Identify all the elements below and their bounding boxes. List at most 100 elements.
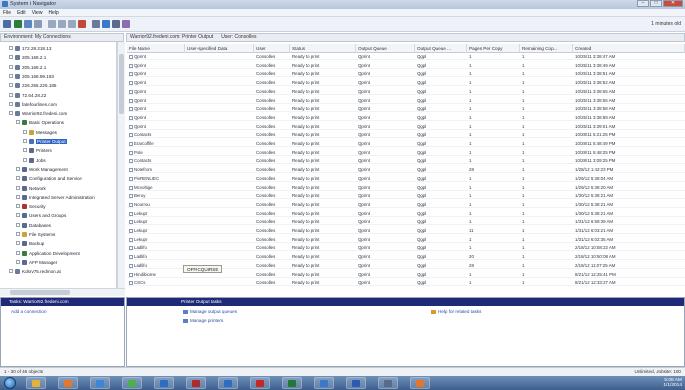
- close-button[interactable]: ✕: [663, 0, 683, 7]
- delete-icon[interactable]: [78, 20, 86, 28]
- tree-item[interactable]: fatefourlines.com: [9, 101, 57, 108]
- expand-toggle-icon[interactable]: [16, 222, 20, 227]
- column-header[interactable]: Status: [290, 44, 356, 53]
- paste-icon[interactable]: [68, 20, 76, 28]
- expand-toggle-icon[interactable]: [9, 111, 13, 116]
- table-row[interactable]: Qprint Consolles Ready to print Qprint Qgpl 1…: [127, 123, 685, 130]
- up-icon[interactable]: [34, 20, 42, 28]
- table-row[interactable]: Qprint Consolles Ready to print Qprint Qgpl 1…: [127, 79, 685, 87]
- tree-item[interactable]: 205.168.2.1: [9, 54, 46, 61]
- tree-item[interactable]: 172.28.218.13: [9, 45, 51, 52]
- table-row[interactable]: Erarcoffile Consolles Ready to print Qprint…: [127, 140, 685, 147]
- firefox-icon[interactable]: [410, 377, 430, 389]
- menu-view[interactable]: View: [32, 9, 43, 16]
- tree-item[interactable]: Application Development: [16, 250, 80, 257]
- back-icon[interactable]: [14, 20, 22, 28]
- ie-icon[interactable]: [90, 377, 110, 389]
- expand-toggle-icon[interactable]: [16, 232, 20, 236]
- table-row[interactable]: Qprint Consolles Ready to print Qprint Qgpl 1…: [127, 114, 685, 121]
- properties-icon[interactable]: [92, 20, 100, 28]
- expand-toggle-icon[interactable]: [9, 269, 13, 274]
- expand-toggle-icon[interactable]: [16, 166, 20, 171]
- network-icon[interactable]: [378, 377, 398, 389]
- tree-item[interactable]: Kdsrv75.redmon.at: [9, 268, 61, 275]
- expand-toggle-icon[interactable]: [16, 250, 20, 255]
- folder-icon[interactable]: [3, 20, 11, 28]
- table-row[interactable]: Qprint Consolles Ready to print Qprint Qgpl 1…: [127, 53, 685, 60]
- explorer-icon[interactable]: [26, 377, 46, 389]
- table-row[interactable]: Qprint Consolles Ready to print Qprint Qgpl 1…: [127, 97, 685, 104]
- table-row[interactable]: Nourrou Consolles Ready to print Qprint Qgpl…: [127, 201, 685, 208]
- tree-item[interactable]: 72.64.28.22: [9, 92, 46, 99]
- maximize-button[interactable]: □: [650, 0, 662, 7]
- breadcrumb-item[interactable]: Warrior92.fredeni.com: Printer Output: [130, 34, 213, 41]
- expand-toggle-icon[interactable]: [16, 194, 20, 199]
- expand-toggle-icon[interactable]: [9, 101, 13, 106]
- column-header[interactable]: User-specified Data: [185, 44, 254, 53]
- tree-vertical-scrollbar[interactable]: [117, 42, 125, 288]
- tree-item[interactable]: AFP Manager: [16, 259, 57, 266]
- column-header[interactable]: User: [254, 44, 290, 53]
- menu-file[interactable]: File: [3, 9, 11, 16]
- expand-toggle-icon[interactable]: [9, 83, 13, 88]
- tree-item[interactable]: Configuration and Service: [16, 175, 82, 182]
- expand-toggle-icon[interactable]: [9, 92, 13, 97]
- table-row[interactable]: Lekupr Consolles Ready to print Qprint Qgpl 1…: [127, 218, 685, 226]
- expand-toggle-icon[interactable]: [9, 46, 13, 50]
- column-header[interactable]: Created: [573, 44, 685, 53]
- table-row[interactable]: Lekupr Consolles Ready to print Qprint Qgpl 1…: [127, 236, 685, 243]
- refresh-icon[interactable]: [102, 20, 110, 28]
- tree-item[interactable]: 205.168.2.1: [9, 64, 46, 71]
- expand-toggle-icon[interactable]: [9, 73, 13, 78]
- table-row[interactable]: Contacts Consolles Ready to print Qprint Qgp…: [127, 157, 685, 165]
- table-row[interactable]: Notefrom Consolles Ready to print Qprint Qgp…: [127, 166, 685, 174]
- table-row[interactable]: PivRENLIEC Consolles Ready to print Qprint Q…: [127, 175, 685, 182]
- column-header[interactable]: Pages Per Copy: [467, 44, 520, 53]
- expand-toggle-icon[interactable]: [16, 185, 20, 190]
- forward-icon[interactable]: [24, 20, 32, 28]
- outlook-icon[interactable]: [218, 377, 238, 389]
- table-row[interactable]: Lekupr Consolles Ready to print Qprint Qgpl 1…: [127, 227, 685, 234]
- table-row[interactable]: Qprint Consolles Ready to print Qprint Qgpl 1…: [127, 62, 685, 69]
- cut-icon[interactable]: [48, 20, 56, 28]
- table-row[interactable]: Lekupr Consolles Ready to print Qprint Qgpl 1…: [127, 210, 685, 217]
- table-row[interactable]: Beruy Consolles Ready to print Qprint Qgpl 1 1…: [127, 192, 685, 200]
- tree-item[interactable]: Integrated Server Administration: [16, 194, 95, 201]
- expand-toggle-icon[interactable]: [16, 259, 20, 264]
- monitor-icon[interactable]: [112, 20, 120, 28]
- minimize-button[interactable]: –: [637, 0, 649, 7]
- manage-printers-link[interactable]: Manage printers: [183, 318, 223, 323]
- expand-toggle-icon[interactable]: [23, 157, 27, 162]
- tree-item[interactable]: Network: [16, 185, 46, 192]
- tree-item[interactable]: Messages: [23, 129, 57, 136]
- start-button[interactable]: [4, 377, 16, 389]
- column-header[interactable]: Output Queue ...: [415, 44, 467, 53]
- navigator-icon[interactable]: [314, 377, 334, 389]
- word-icon[interactable]: [346, 377, 366, 389]
- table-row[interactable]: Qprint Consolles Ready to print Qprint Qgpl 1…: [127, 70, 685, 78]
- expand-toggle-icon[interactable]: [9, 64, 13, 69]
- lync-icon[interactable]: [154, 377, 174, 389]
- media-player-icon[interactable]: [58, 377, 78, 389]
- excel-icon[interactable]: [282, 377, 302, 389]
- menu-edit[interactable]: Edit: [17, 9, 26, 16]
- menu-help[interactable]: Help: [48, 9, 58, 16]
- tree-item[interactable]: Warrior92.fredeni.com: [9, 110, 67, 117]
- tree-item[interactable]: Work Management: [16, 166, 68, 173]
- tree-item[interactable]: Users and Groups: [16, 212, 66, 219]
- help-link[interactable]: Help for related tasks: [431, 309, 481, 314]
- copy-icon[interactable]: [58, 20, 66, 28]
- table-row[interactable]: Qprint Consolles Ready to print Qprint Qgpl 1…: [127, 88, 685, 95]
- column-header[interactable]: Remaining Cop...: [520, 44, 573, 53]
- table-row[interactable]: CSCs Consolles Ready to print Qprint Qgpl 1 1 8…: [127, 279, 685, 287]
- table-row[interactable]: Ladlifo Consolles Ready to print Qprint Qgpl…: [127, 253, 685, 261]
- tree-horizontal-scrollbar[interactable]: [0, 288, 125, 296]
- add-connection-link[interactable]: Add a connection: [11, 309, 124, 314]
- manage-output-queues-link[interactable]: Manage output queues: [183, 309, 237, 314]
- breadcrumb-item[interactable]: User: Consolles: [221, 34, 256, 41]
- tree-item[interactable]: Printers: [23, 147, 52, 154]
- table-row[interactable]: Mcvoltige Consolles Ready to print Qprint Qg…: [127, 184, 685, 191]
- table-row[interactable]: Pole Consolles Ready to print Qprint Qgpl 1 1 1…: [127, 149, 685, 156]
- column-header[interactable]: Output Queue: [356, 44, 415, 53]
- expand-toggle-icon[interactable]: [16, 241, 20, 246]
